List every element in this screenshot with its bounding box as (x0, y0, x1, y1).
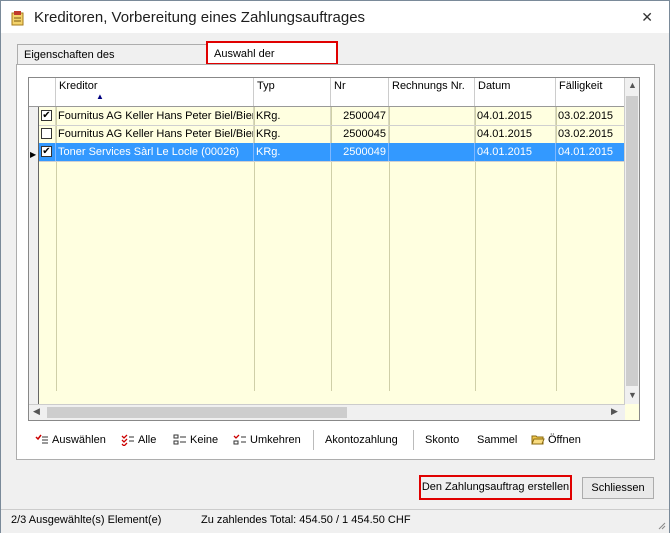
select-all-button[interactable]: Alle (121, 429, 156, 451)
tab-auswahl-dokumente[interactable]: Auswahl der Dokumente (206, 41, 338, 82)
col-label: Kreditor (59, 80, 98, 92)
invert-selection-icon (233, 434, 246, 445)
cell-faelligkeit: 03.02.2015 (556, 107, 625, 125)
select-all-label: Alle (138, 434, 157, 446)
create-payment-order-button[interactable]: Den Zahlungsauftrag erstellen (419, 475, 572, 500)
grid-toolbar: Auswählen Alle Keine Umkehren Akontozahl… (31, 429, 641, 451)
row-checkbox[interactable]: ✔ (41, 110, 52, 121)
col-header-kreditor[interactable]: Kreditor ▲ (56, 78, 254, 106)
col-header-faelligkeit[interactable]: Fälligkeit (556, 78, 625, 106)
toolbar-separator (413, 430, 414, 450)
cell-rechnungs-nr (389, 107, 475, 125)
resize-grip-icon[interactable] (656, 520, 666, 530)
table-row[interactable]: Fournitus AG Keller Hans Peter Biel/Bien… (39, 125, 625, 144)
selection-count: 2/3 Ausgewählte(s) Element(e) (11, 514, 162, 526)
cell-nr: 2500045 (331, 125, 389, 143)
table-row[interactable]: ✔ Fournitus AG Keller Hans Peter Biel/Bi… (39, 107, 625, 126)
cell-nr: 2500047 (331, 107, 389, 125)
vertical-scrollbar[interactable]: ▲ ▼ (624, 78, 639, 404)
check-all-icon (121, 434, 134, 446)
dialog-window: Kreditoren, Vorbereitung eines Zahlungsa… (0, 0, 670, 533)
akontozahlung-button[interactable]: Akontozahlung (325, 429, 398, 451)
select-none-button[interactable]: Keine (173, 429, 218, 451)
cell-typ: KRg. (254, 107, 331, 125)
cell-rechnungs-nr (389, 143, 475, 161)
tab-strip: Eigenschaften des Zahlungsauftrags Auswa… (15, 41, 655, 82)
col-header-datum[interactable]: Datum (475, 78, 556, 106)
close-icon[interactable]: ✕ (641, 9, 653, 26)
cell-faelligkeit: 04.01.2015 (556, 143, 625, 161)
sammel-button[interactable]: Sammel (477, 429, 517, 451)
cell-rechnungs-nr (389, 125, 475, 143)
cell-datum: 04.01.2015 (475, 143, 556, 161)
cell-nr: 2500049 (331, 143, 389, 161)
open-label: Öffnen (548, 434, 581, 446)
select-none-label: Keine (190, 434, 219, 446)
cell-faelligkeit: 03.02.2015 (556, 125, 625, 143)
select-button[interactable]: Auswählen (35, 429, 106, 451)
scroll-left-icon[interactable]: ◀ (33, 406, 40, 417)
tab-eigenschaften[interactable]: Eigenschaften des Zahlungsauftrags (17, 44, 207, 81)
toolbar-separator (313, 430, 314, 450)
scroll-up-icon[interactable]: ▲ (628, 80, 637, 90)
header-corner (29, 78, 56, 106)
cell-kreditor: Fournitus AG Keller Hans Peter Biel/Bien… (56, 125, 254, 143)
table-row-selected[interactable]: ✔ Toner Services Sàrl Le Locle (00026) K… (39, 143, 625, 162)
scroll-right-icon[interactable]: ▶ (611, 406, 618, 417)
uncheck-all-icon (173, 434, 186, 445)
cell-typ: KRg. (254, 125, 331, 143)
open-button[interactable]: Öffnen (531, 429, 581, 451)
row-checkbox[interactable] (41, 128, 52, 139)
horizontal-scroll-thumb[interactable] (47, 407, 347, 418)
window-title: Kreditoren, Vorbereitung eines Zahlungsa… (34, 9, 366, 26)
col-header-rechnungs-nr[interactable]: Rechnungs Nr. (389, 78, 475, 106)
select-label: Auswählen (52, 434, 106, 446)
select-list-icon (35, 434, 48, 444)
cell-datum: 04.01.2015 (475, 107, 556, 125)
invert-label: Umkehren (250, 434, 301, 446)
skonto-button[interactable]: Skonto (425, 429, 459, 451)
checkbox-cell: ✔ (39, 143, 56, 161)
horizontal-scrollbar[interactable]: ◀ ▶ (29, 404, 625, 420)
vertical-scroll-thumb[interactable] (626, 96, 638, 386)
col-header-nr[interactable]: Nr (331, 78, 389, 106)
checkbox-cell (39, 125, 56, 143)
col-header-typ[interactable]: Typ (254, 78, 331, 106)
app-icon (11, 11, 24, 26)
close-button[interactable]: Schliessen (582, 477, 654, 499)
invert-selection-button[interactable]: Umkehren (233, 429, 301, 451)
cell-kreditor: Fournitus AG Keller Hans Peter Biel/Bien… (56, 107, 254, 125)
document-grid[interactable]: Kreditor ▲ Typ Nr Rechnungs Nr. Datum Fä… (28, 77, 640, 421)
row-selector-column: ▶ (29, 107, 39, 419)
cell-datum: 04.01.2015 (475, 125, 556, 143)
row-checkbox[interactable]: ✔ (41, 146, 52, 157)
folder-open-icon (531, 435, 545, 445)
current-row-icon: ▶ (30, 150, 37, 159)
scroll-down-icon[interactable]: ▼ (628, 390, 637, 400)
sort-ascending-icon: ▲ (96, 92, 104, 101)
total-amount: Zu zahlendes Total: 454.50 / 1 454.50 CH… (201, 514, 411, 526)
title-bar: Kreditoren, Vorbereitung eines Zahlungsa… (1, 1, 669, 33)
cell-kreditor: Toner Services Sàrl Le Locle (00026) (56, 143, 254, 161)
cell-typ: KRg. (254, 143, 331, 161)
checkbox-cell: ✔ (39, 107, 56, 125)
grid-header: Kreditor ▲ Typ Nr Rechnungs Nr. Datum Fä… (29, 78, 625, 107)
status-bar: 2/3 Ausgewählte(s) Element(e) Zu zahlend… (1, 509, 669, 533)
